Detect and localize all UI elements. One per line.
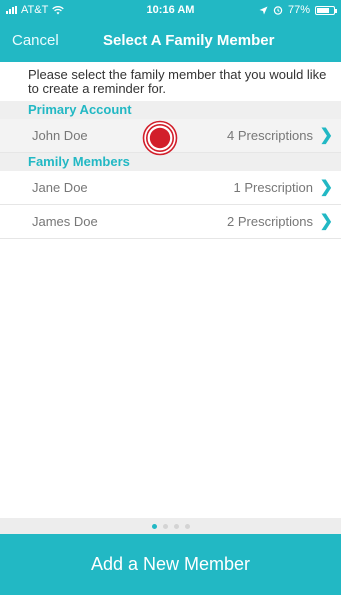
select-family-member-screen: AT&T 10:16 AM 77% Cancel Select A Family…: [0, 0, 341, 595]
chevron-right-icon: ❯: [319, 213, 333, 230]
member-name: Jane Doe: [32, 180, 88, 195]
battery-fill: [317, 7, 329, 13]
instruction-text: Please select the family member that you…: [28, 67, 327, 96]
page-dot[interactable]: [151, 523, 157, 529]
member-name: James Doe: [32, 214, 98, 229]
member-row-jane-doe[interactable]: Jane Doe 1 Prescription ❯: [0, 171, 341, 205]
add-new-member-button[interactable]: Add a New Member: [0, 534, 341, 595]
page-title: Select A Family Member: [103, 32, 275, 49]
status-bar: AT&T 10:16 AM 77%: [0, 0, 341, 20]
battery-icon: [315, 5, 337, 15]
page-indicator: [0, 518, 341, 534]
chevron-right-icon: ❯: [319, 179, 333, 196]
chevron-right-icon: ❯: [319, 127, 333, 144]
status-right: 77%: [259, 4, 337, 16]
prescription-count: 2 Prescriptions: [227, 214, 313, 229]
section-header-primary: Primary Account: [0, 101, 341, 119]
page-dot[interactable]: [173, 523, 179, 529]
tap-indicator-icon: [142, 120, 178, 156]
page-dot[interactable]: [162, 523, 168, 529]
member-row-james-doe[interactable]: James Doe 2 Prescriptions ❯: [0, 205, 341, 239]
location-arrow-icon: [259, 6, 268, 14]
nav-bar: Cancel Select A Family Member: [0, 26, 341, 56]
cancel-button[interactable]: Cancel: [12, 32, 59, 49]
prescription-count: 1 Prescription: [233, 180, 313, 195]
prescription-count: 4 Prescriptions: [227, 128, 313, 143]
member-name: John Doe: [32, 128, 88, 143]
alarm-icon: [273, 6, 283, 15]
battery-percent: 77%: [287, 4, 310, 16]
page-dot[interactable]: [184, 523, 190, 529]
header: AT&T 10:16 AM 77% Cancel Select A Family…: [0, 0, 341, 62]
